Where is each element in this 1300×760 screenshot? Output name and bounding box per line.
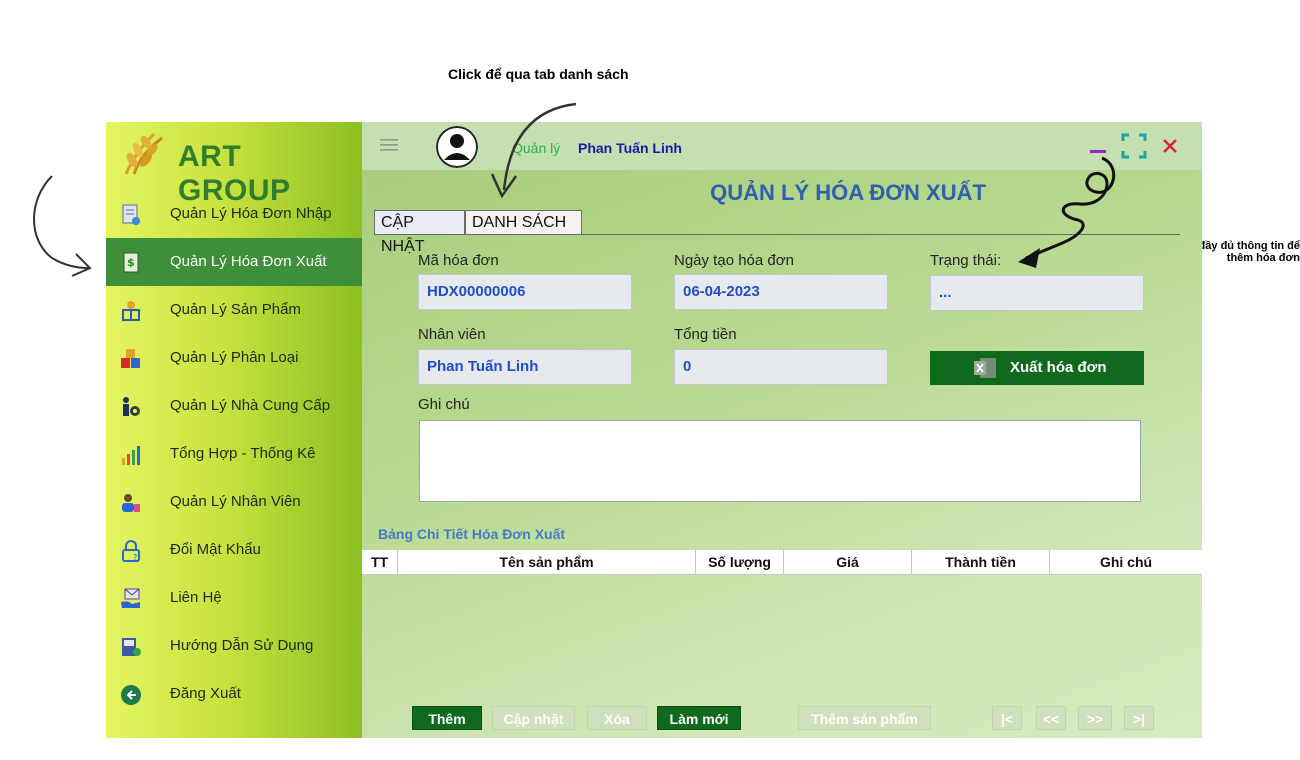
status-field[interactable]: ...	[930, 275, 1144, 311]
sidebar-item-label: Tổng Hợp - Thống Kê	[170, 445, 316, 462]
created-date-label: Ngày tạo hóa đơn	[674, 252, 794, 269]
supplier-icon	[123, 397, 140, 416]
sidebar-item-categories[interactable]: Quản Lý Phân Loại	[106, 334, 362, 382]
user-name: Phan Tuấn Linh	[578, 140, 682, 156]
sidebar-item-statistics[interactable]: Tổng Hợp - Thống Kê	[106, 430, 362, 478]
statistics-icon	[122, 446, 140, 465]
annotation-tab-hint: Click để qua tab danh sách	[448, 66, 629, 82]
sidebar-item-label: Quản Lý Nhân Viên	[170, 493, 301, 510]
add-button[interactable]: Thêm	[412, 706, 482, 730]
notes-textarea[interactable]	[419, 420, 1141, 502]
invoice-export-icon: $	[123, 252, 139, 273]
sidebar: ART GROUP Quản Lý Hóa Đơn Nhập $ Quản Lý…	[106, 122, 362, 738]
refresh-button[interactable]: Làm mới	[657, 706, 741, 730]
invoice-id-label: Mã hóa đơn	[418, 252, 499, 269]
column-header-amount[interactable]: Thành tiền	[912, 550, 1050, 574]
delete-button[interactable]: Xóa	[587, 706, 647, 730]
sidebar-item-guide[interactable]: Hướng Dẫn Sử Dụng	[106, 622, 362, 670]
hamburger-menu-icon[interactable]	[380, 138, 398, 152]
employee-icon	[122, 494, 140, 512]
avatar-icon	[436, 126, 478, 168]
notes-label: Ghi chú	[418, 396, 470, 413]
column-header-tt[interactable]: TT	[362, 550, 398, 574]
tab-update[interactable]: CẬP NHẬT	[374, 210, 465, 255]
sidebar-item-employees[interactable]: Quản Lý Nhân Viên	[106, 478, 362, 526]
prev-page-button[interactable]: <<	[1036, 706, 1066, 730]
sidebar-item-label: Quản Lý Hóa Đơn Xuất	[170, 253, 327, 270]
product-icon	[122, 301, 140, 321]
guide-icon	[122, 638, 141, 656]
status-label: Trạng thái:	[930, 252, 1002, 269]
column-header-quantity[interactable]: Số lượng	[696, 550, 784, 574]
top-bar: Quản lý Phan Tuấn Linh	[362, 122, 1202, 170]
main-panel: Quản lý Phan Tuấn Linh QUẢN LÝ HÓA ĐƠN X…	[362, 122, 1202, 738]
employee-field[interactable]: Phan Tuấn Linh	[418, 349, 632, 385]
svg-text:$: $	[127, 256, 135, 269]
sidebar-item-invoice-export[interactable]: $ Quản Lý Hóa Đơn Xuất	[106, 238, 362, 286]
add-product-button[interactable]: Thêm sản phẩm	[798, 706, 931, 730]
export-invoice-label: Xuất hóa đơn	[1010, 359, 1107, 376]
sidebar-item-label: Liên Hệ	[170, 589, 222, 606]
minimize-icon[interactable]	[1084, 132, 1112, 160]
svg-text:?: ?	[133, 553, 137, 562]
close-icon[interactable]	[1156, 132, 1184, 160]
sidebar-item-label: Quản Lý Sản Phẩm	[170, 301, 301, 318]
sidebar-item-products[interactable]: Quản Lý Sản Phẩm	[106, 286, 362, 334]
column-header-notes[interactable]: Ghi chú	[1050, 550, 1202, 574]
user-role: Quản lý	[512, 140, 561, 156]
invoice-import-icon	[122, 204, 140, 225]
column-header-price[interactable]: Giá	[784, 550, 912, 574]
update-button[interactable]: Cập nhật	[492, 706, 575, 730]
export-invoice-button[interactable]: Xuất hóa đơn	[930, 351, 1144, 385]
sidebar-item-label: Đăng Xuất	[170, 685, 241, 702]
maximize-icon[interactable]	[1120, 132, 1148, 160]
contact-icon	[121, 588, 140, 608]
total-label: Tổng tiền	[674, 326, 737, 343]
sidebar-item-label: Đổi Mật Khẩu	[170, 541, 261, 558]
sidebar-item-logout[interactable]: Đăng Xuất	[106, 670, 362, 718]
brand: ART GROUP	[116, 130, 362, 207]
logout-icon	[121, 685, 141, 705]
wheat-logo-icon	[124, 132, 163, 175]
sidebar-item-label: Quản Lý Nhà Cung Cấp	[170, 397, 331, 414]
details-table-header: TT Tên sản phẩm Số lượng Giá Thành tiền …	[362, 550, 1202, 575]
created-date-field[interactable]: 06-04-2023	[674, 274, 888, 310]
sidebar-item-invoice-import[interactable]: Quản Lý Hóa Đơn Nhập	[106, 190, 362, 238]
sidebar-item-label: Quản Lý Phân Loại	[170, 349, 299, 366]
annotation-arrowhead-left	[71, 253, 92, 277]
sidebar-item-contact[interactable]: Liên Hệ	[106, 574, 362, 622]
excel-icon	[974, 358, 996, 378]
employee-label: Nhân viên	[418, 326, 486, 343]
category-icon	[121, 349, 140, 368]
sidebar-item-label: Hướng Dẫn Sử Dụng	[170, 637, 314, 654]
tab-list[interactable]: DANH SÁCH	[465, 210, 582, 234]
first-page-button[interactable]: |<	[992, 706, 1022, 730]
lock-icon: ?	[122, 540, 140, 562]
sidebar-item-suppliers[interactable]: Quản Lý Nhà Cung Cấp	[106, 382, 362, 430]
details-table-title: Bảng Chi Tiết Hóa Đơn Xuất	[378, 526, 566, 542]
tab-divider	[374, 234, 1180, 235]
column-header-product-name[interactable]: Tên sản phẩm	[398, 550, 696, 574]
invoice-id-field[interactable]: HDX00000006	[418, 274, 632, 310]
last-page-button[interactable]: >|	[1124, 706, 1154, 730]
next-page-button[interactable]: >>	[1078, 706, 1112, 730]
total-field[interactable]: 0	[674, 349, 888, 385]
annotation-arrow-left	[33, 175, 89, 269]
details-table-body	[362, 575, 1202, 695]
sidebar-item-label: Quản Lý Hóa Đơn Nhập	[170, 205, 332, 222]
page-title: QUẢN LÝ HÓA ĐƠN XUẤT	[710, 180, 986, 205]
sidebar-item-change-password[interactable]: ? Đổi Mật Khẩu	[106, 526, 362, 574]
